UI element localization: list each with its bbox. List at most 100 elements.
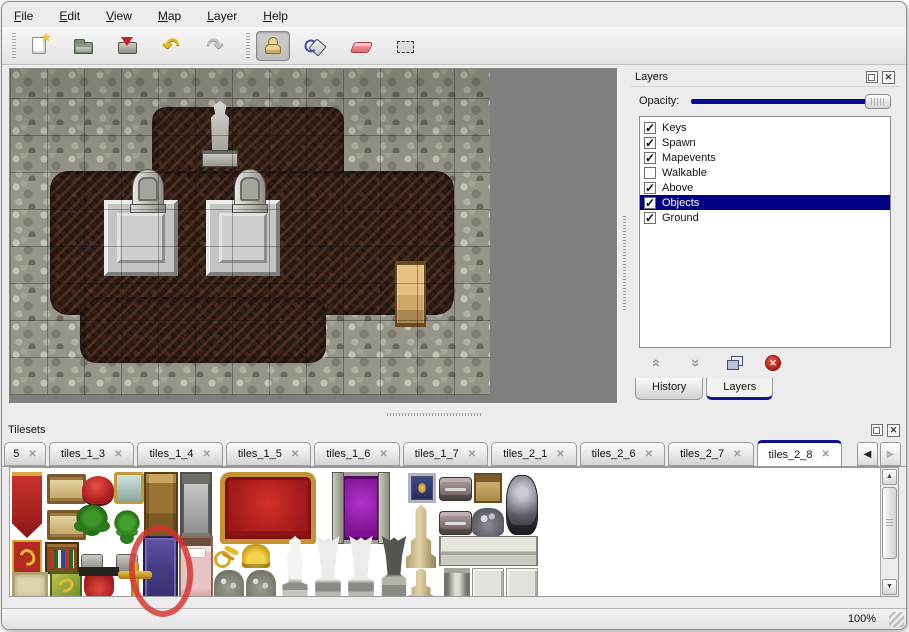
tile-drawer-top[interactable] [439, 477, 472, 501]
tile-gate-gray[interactable] [180, 472, 212, 542]
layer-checkbox[interactable]: ✓ [644, 182, 656, 194]
tileset-tab-tiles_1_7[interactable]: tiles_1_7✕ [403, 442, 488, 466]
stamp-tool-button[interactable] [256, 31, 290, 61]
layer-checkbox[interactable]: ✓ [644, 197, 656, 209]
duplicate-layer-button[interactable] [723, 353, 745, 373]
vertical-splitter[interactable] [618, 66, 631, 410]
tile-ornament-gold[interactable] [212, 544, 240, 568]
menu-layer[interactable]: Layer [207, 9, 237, 23]
menu-view[interactable]: View [106, 9, 132, 23]
scroll-down-icon[interactable]: ▼ [882, 579, 897, 595]
layer-row-keys[interactable]: ✓Keys [640, 120, 890, 135]
close-tilesets-icon[interactable]: ✕ [887, 424, 900, 437]
close-panel-icon[interactable]: ✕ [882, 71, 895, 84]
tile-parchment[interactable] [12, 572, 48, 597]
tile-angel-statue-1[interactable] [312, 536, 344, 597]
tab-close-icon[interactable]: ✕ [379, 449, 387, 460]
layer-row-ground[interactable]: ✓Ground [640, 210, 890, 225]
tile-pillar-column[interactable] [444, 568, 470, 597]
tileset-tab-5[interactable]: 5✕ [4, 442, 46, 466]
float-panel-icon[interactable] [866, 71, 878, 83]
tile-obelisk-tan[interactable] [406, 504, 436, 568]
menu-edit[interactable]: Edit [59, 9, 80, 23]
tile-stone-block-1[interactable] [472, 568, 504, 597]
tile-obelisk-small[interactable] [407, 568, 435, 597]
tileset-scrollbar[interactable]: ▲ ▼ [880, 468, 898, 596]
tile-throne-purple[interactable] [332, 472, 390, 544]
toolbar-grip-1[interactable] [12, 33, 16, 59]
map-canvas[interactable] [9, 68, 618, 404]
opacity-slider[interactable] [689, 93, 891, 110]
tileset-tab-tiles_2_8[interactable]: tiles_2_8✕ [757, 440, 842, 467]
tile-angel-statue-2[interactable] [345, 536, 377, 597]
tile-armor-knight[interactable] [506, 475, 538, 535]
tile-stone-block-2[interactable] [506, 568, 538, 597]
tile-statue-small[interactable] [280, 536, 310, 597]
tab-close-icon[interactable]: ✕ [556, 449, 564, 460]
tab-scroll-right-icon[interactable]: ▶ [880, 442, 901, 466]
raise-layer-button[interactable]: « [645, 353, 667, 373]
delete-layer-button[interactable]: ✕ [762, 353, 784, 373]
horizontal-splitter[interactable] [2, 410, 906, 419]
tab-close-icon[interactable]: ✕ [114, 449, 122, 460]
save-file-button[interactable] [110, 31, 144, 61]
scrollbar-thumb[interactable] [882, 487, 897, 559]
resize-grip[interactable] [889, 612, 904, 627]
toolbar-grip-2[interactable] [246, 33, 250, 59]
tab-close-icon[interactable]: ✕ [202, 449, 210, 460]
layer-row-walkable[interactable]: Walkable [640, 165, 890, 180]
tile-gargoyle-planter[interactable] [378, 536, 410, 597]
eraser-tool-button[interactable] [344, 31, 378, 61]
tile-door-wood[interactable] [144, 472, 178, 542]
tile-dresser-mirror[interactable] [114, 472, 144, 504]
menu-help[interactable]: Help [263, 9, 288, 23]
tab-scroll-left-icon[interactable]: ◀ [857, 442, 878, 466]
tile-stone-ledge[interactable] [439, 536, 538, 566]
menu-file[interactable]: File [14, 9, 33, 23]
tile-armor-pile[interactable] [472, 508, 504, 536]
layer-row-mapevents[interactable]: ✓Mapevents [640, 150, 890, 165]
select-tool-button[interactable] [388, 31, 422, 61]
layer-row-spawn[interactable]: ✓Spawn [640, 135, 890, 150]
tile-drawer-bottom[interactable] [439, 511, 472, 535]
statue-cloaked[interactable] [198, 101, 242, 167]
lower-layer-button[interactable]: « [684, 353, 706, 373]
tab-close-icon[interactable]: ✕ [822, 449, 830, 460]
float-tilesets-icon[interactable] [871, 424, 883, 436]
map[interactable] [10, 69, 490, 395]
tileset-tab-tiles_2_7[interactable]: tiles_2_7✕ [668, 442, 753, 466]
tileset-tab-tiles_2_6[interactable]: tiles_2_6✕ [580, 442, 665, 466]
tileset-tab-tiles_1_3[interactable]: tiles_1_3✕ [49, 442, 134, 466]
tile-throne-red[interactable] [220, 472, 316, 544]
tile-flag-green[interactable] [50, 572, 82, 597]
open-file-button[interactable] [66, 31, 100, 61]
tile-plant-palm[interactable] [76, 504, 108, 572]
tile-cushion-red[interactable] [82, 476, 114, 504]
layer-checkbox[interactable]: ✓ [644, 122, 656, 134]
tab-close-icon[interactable]: ✕ [291, 449, 299, 460]
tileset-tab-tiles_2_1[interactable]: tiles_2_1✕ [491, 442, 576, 466]
opacity-slider-track[interactable] [691, 99, 889, 104]
tile-rocks-1[interactable] [214, 570, 244, 597]
tab-close-icon[interactable]: ✕ [733, 449, 741, 460]
tab-close-icon[interactable]: ✕ [28, 449, 36, 460]
tab-history[interactable]: History [635, 378, 703, 400]
fill-tool-button[interactable] [300, 31, 334, 61]
tab-close-icon[interactable]: ✕ [468, 449, 476, 460]
tile-cross-gold[interactable] [118, 562, 152, 597]
opacity-slider-handle[interactable] [865, 94, 891, 109]
tile-bookshelf[interactable] [45, 542, 79, 574]
tile-rocks-2[interactable] [246, 570, 276, 597]
tile-gold-pile[interactable] [242, 544, 270, 568]
tab-layers[interactable]: Layers [706, 378, 773, 400]
tile-crate-wood[interactable] [474, 473, 502, 503]
undo-button[interactable]: ↶ [154, 31, 188, 61]
new-file-button[interactable]: ★ [22, 31, 56, 61]
tile-loom-top[interactable] [47, 474, 86, 504]
tileset-tab-tiles_1_4[interactable]: tiles_1_4✕ [137, 442, 222, 466]
tile-stool-red[interactable] [84, 570, 114, 597]
gravestone-right[interactable] [234, 169, 266, 211]
redo-button[interactable]: ↷ [198, 31, 232, 61]
tile-banner-red[interactable] [12, 472, 42, 538]
layer-checkbox[interactable]: ✓ [644, 137, 656, 149]
